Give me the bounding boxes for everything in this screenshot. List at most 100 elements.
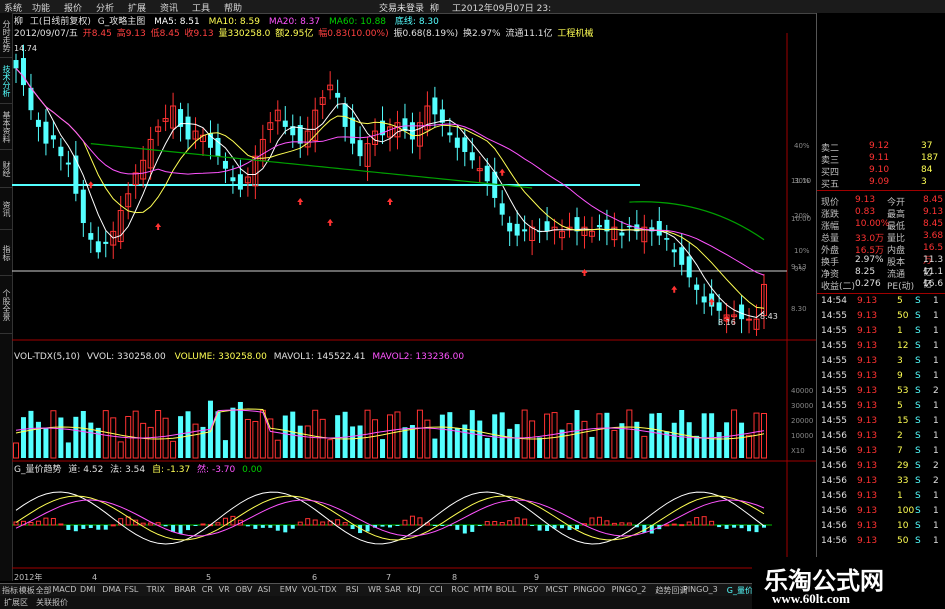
tick-row: 14:55 9.13 9 S 1 — [817, 371, 945, 383]
indicator-tab[interactable]: PINGO_3 — [683, 585, 718, 594]
tick-direction: S — [915, 491, 921, 501]
chart-canvas[interactable]: 14.748.168.4340%30%20%10%0%11.1010.009.1… — [12, 13, 816, 583]
volume-bar — [484, 438, 490, 458]
volume-bar — [641, 435, 648, 459]
tick-price: 9.13 — [857, 476, 878, 486]
indicator-tab[interactable]: OBV — [235, 585, 252, 594]
tick-time: 14:55 — [821, 326, 847, 336]
indicator-tab[interactable]: TRIX — [147, 585, 165, 594]
volume-bar — [402, 427, 408, 458]
indicator-tab[interactable]: PINGOO — [573, 585, 605, 594]
tick-count: 1 — [933, 536, 939, 546]
tick-row: 14:56 9.13 50 S 1 — [817, 536, 945, 548]
tab-intraday[interactable]: 分时走势 — [0, 15, 12, 58]
volume-bar — [477, 420, 483, 458]
indicator-tab[interactable]: PSY — [523, 585, 538, 594]
tab-overview[interactable]: 个股全景 — [0, 277, 12, 334]
quote-label: PE(动) — [887, 282, 915, 292]
tick-count: 1 — [933, 401, 939, 411]
osc-bar — [545, 525, 550, 531]
indicator-tab[interactable]: MCST — [546, 585, 568, 594]
indicator-tab[interactable]: RSI — [346, 585, 359, 594]
osc-bar — [440, 525, 445, 526]
tab-news[interactable]: 资讯 — [0, 189, 12, 230]
candle-body — [282, 120, 288, 127]
quote-value: 9.13 — [923, 207, 944, 217]
osc-bar — [717, 525, 722, 528]
indicator-tab[interactable]: MTM — [474, 585, 493, 594]
tick-volume: 15 — [897, 416, 909, 426]
orderbook-row: 卖二 9.12 37 — [817, 141, 945, 154]
indicator-tab[interactable]: DMA — [102, 585, 121, 594]
indicator-tab[interactable]: MACD — [52, 585, 76, 594]
osc-bar — [66, 525, 71, 530]
candle-body — [694, 284, 700, 290]
tab-indicator[interactable]: 指标 — [0, 231, 12, 276]
volume-bar — [297, 425, 303, 458]
osc-bar — [312, 519, 318, 526]
volume-bar — [222, 440, 228, 458]
indicator-tab[interactable]: KDJ — [407, 585, 421, 594]
orderbook-price: 9.10 — [869, 165, 890, 175]
tick-price: 9.13 — [857, 356, 878, 366]
tick-row: 14:55 9.13 15 S 1 — [817, 416, 945, 428]
candle-body — [686, 256, 692, 278]
indicator-tab[interactable]: DMI — [80, 585, 95, 594]
tick-volume: 2 — [897, 431, 903, 441]
osc-indicator-name[interactable]: G_量价趋势 — [14, 465, 61, 475]
osc-bar — [297, 521, 303, 526]
tick-volume: 50 — [897, 536, 909, 546]
volume-bar — [686, 422, 692, 458]
volume-bar — [611, 429, 618, 459]
osc-c-value: 自: -1.37 — [151, 465, 191, 475]
tick-volume: 100 — [897, 506, 915, 516]
vol-indicator-name[interactable]: VOL-TDX(5,10) — [14, 352, 80, 362]
candle-body — [447, 132, 453, 136]
pct-axis-label: 10% — [794, 247, 810, 255]
volume-bar — [589, 436, 595, 458]
indicator-tab[interactable]: CR — [202, 585, 213, 594]
panel-divider — [817, 293, 945, 294]
tick-direction: S — [915, 521, 921, 531]
indicator-tab[interactable]: PINGO_2 — [612, 585, 647, 594]
volume-bar — [387, 414, 393, 459]
tick-direction: S — [915, 401, 921, 411]
status-left[interactable]: 扩展区 — [4, 597, 28, 608]
osc-bar — [626, 522, 632, 526]
osc-bar — [694, 517, 700, 526]
indicator-tab[interactable]: BOLL — [496, 585, 517, 594]
osc-bar — [13, 521, 19, 526]
candle-body — [739, 304, 745, 320]
indicator-tab[interactable]: ROC — [451, 585, 468, 594]
osc-line-magenta — [15, 499, 765, 537]
candle-body — [619, 232, 625, 236]
tick-time: 14:55 — [821, 416, 847, 426]
x-axis-label: 2012年 — [14, 572, 42, 582]
indicator-tab[interactable]: ASI — [258, 585, 271, 594]
indicator-tab[interactable]: BRAR — [174, 585, 196, 594]
tab-technical[interactable]: 技术分析 — [0, 59, 12, 104]
buy-arrow-icon — [87, 181, 94, 189]
status-tab[interactable]: 关联报价 — [36, 597, 68, 608]
osc-bar — [260, 525, 265, 528]
indicator-tab[interactable]: WR — [368, 585, 381, 594]
volume-bar — [709, 413, 715, 458]
tick-count: 1 — [933, 491, 939, 501]
indicator-tab[interactable]: CCI — [429, 585, 443, 594]
tab-finance[interactable]: 财经 — [0, 151, 12, 188]
indicator-tab[interactable]: 全部 — [36, 585, 52, 596]
vol-axis-label: 10000 — [791, 432, 813, 440]
candle-body — [58, 146, 64, 157]
tab-fundamentals[interactable]: 基本资料 — [0, 105, 12, 150]
osc-bar — [305, 518, 311, 526]
tick-row: 14:55 9.13 50 S 1 — [817, 311, 945, 323]
indicator-tab[interactable]: 模板 — [19, 585, 35, 596]
indicator-tab[interactable]: FSL — [124, 585, 138, 594]
indicator-tab[interactable]: VOL-TDX — [302, 585, 337, 594]
indicator-tab[interactable]: 指标 — [2, 585, 18, 596]
indicator-tab[interactable]: SAR — [385, 585, 401, 594]
indicator-tab[interactable]: VR — [219, 585, 230, 594]
indicator-tab[interactable]: EMV — [280, 585, 297, 594]
x-axis-label: 4 — [92, 573, 97, 582]
volume-bar — [192, 423, 199, 459]
